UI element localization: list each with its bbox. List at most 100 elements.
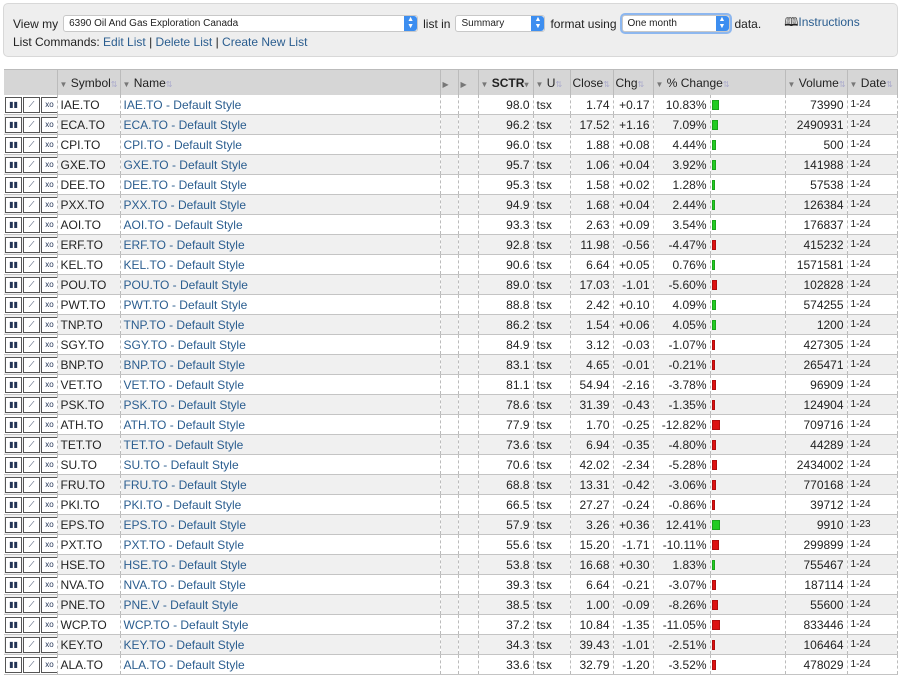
line-chart-icon[interactable]: ⟋ xyxy=(23,316,40,333)
line-chart-icon[interactable]: ⟋ xyxy=(23,156,40,173)
format-select[interactable]: Summary ▲ ▼ xyxy=(455,15,546,32)
name-link[interactable]: PXX.TO - Default Style xyxy=(120,194,441,215)
point-figure-chart-icon[interactable]: xo xyxy=(41,156,56,173)
line-chart-icon[interactable]: ⟋ xyxy=(23,196,40,213)
line-chart-icon[interactable]: ⟋ xyxy=(23,516,40,533)
point-figure-chart-icon[interactable]: xo xyxy=(41,236,56,253)
name-link[interactable]: NVA.TO - Default Style xyxy=(120,574,441,595)
bar-chart-icon[interactable]: ▮▮ xyxy=(5,336,22,353)
point-figure-chart-icon[interactable]: xo xyxy=(41,416,56,433)
name-link[interactable]: PWT.TO - Default Style xyxy=(120,294,441,315)
point-figure-chart-icon[interactable]: xo xyxy=(41,496,56,513)
name-link[interactable]: KEY.TO - Default Style xyxy=(120,634,441,655)
point-figure-chart-icon[interactable]: xo xyxy=(41,616,56,633)
create-list-link[interactable]: Create New List xyxy=(222,35,307,49)
name-link[interactable]: FRU.TO - Default Style xyxy=(120,474,441,495)
name-link[interactable]: SGY.TO - Default Style xyxy=(120,334,441,355)
line-chart-icon[interactable]: ⟋ xyxy=(23,336,40,353)
header-name[interactable]: ▼ Name⇅ xyxy=(120,69,441,95)
point-figure-chart-icon[interactable]: xo xyxy=(41,196,56,213)
bar-chart-icon[interactable]: ▮▮ xyxy=(5,556,22,573)
bar-chart-icon[interactable]: ▮▮ xyxy=(5,356,22,373)
bar-chart-icon[interactable]: ▮▮ xyxy=(5,236,22,253)
name-link[interactable]: TET.TO - Default Style xyxy=(120,434,441,455)
header-expand-2[interactable]: ▶ xyxy=(458,69,479,95)
bar-chart-icon[interactable]: ▮▮ xyxy=(5,216,22,233)
line-chart-icon[interactable]: ⟋ xyxy=(23,536,40,553)
line-chart-icon[interactable]: ⟋ xyxy=(23,356,40,373)
name-link[interactable]: CPI.TO - Default Style xyxy=(120,134,441,155)
point-figure-chart-icon[interactable]: xo xyxy=(41,296,56,313)
header-sctr[interactable]: ▼ SCTR▾ xyxy=(478,69,534,95)
bar-chart-icon[interactable]: ▮▮ xyxy=(5,256,22,273)
point-figure-chart-icon[interactable]: xo xyxy=(41,96,56,113)
point-figure-chart-icon[interactable]: xo xyxy=(41,556,56,573)
bar-chart-icon[interactable]: ▮▮ xyxy=(5,316,22,333)
header-date[interactable]: ▼ Date⇅ xyxy=(847,69,898,95)
name-link[interactable]: BNP.TO - Default Style xyxy=(120,354,441,375)
line-chart-icon[interactable]: ⟋ xyxy=(23,236,40,253)
point-figure-chart-icon[interactable]: xo xyxy=(41,636,56,653)
bar-chart-icon[interactable]: ▮▮ xyxy=(5,156,22,173)
name-link[interactable]: ATH.TO - Default Style xyxy=(120,414,441,435)
bar-chart-icon[interactable]: ▮▮ xyxy=(5,116,22,133)
bar-chart-icon[interactable]: ▮▮ xyxy=(5,376,22,393)
bar-chart-icon[interactable]: ▮▮ xyxy=(5,616,22,633)
point-figure-chart-icon[interactable]: xo xyxy=(41,116,56,133)
instructions-link[interactable]: 🕮Instructions xyxy=(784,13,860,34)
point-figure-chart-icon[interactable]: xo xyxy=(41,656,56,673)
point-figure-chart-icon[interactable]: xo xyxy=(41,576,56,593)
point-figure-chart-icon[interactable]: xo xyxy=(41,276,56,293)
line-chart-icon[interactable]: ⟋ xyxy=(23,496,40,513)
bar-chart-icon[interactable]: ▮▮ xyxy=(5,536,22,553)
line-chart-icon[interactable]: ⟋ xyxy=(23,616,40,633)
line-chart-icon[interactable]: ⟋ xyxy=(23,416,40,433)
name-link[interactable]: ECA.TO - Default Style xyxy=(120,114,441,135)
line-chart-icon[interactable]: ⟋ xyxy=(23,656,40,673)
name-link[interactable]: PKI.TO - Default Style xyxy=(120,494,441,515)
name-link[interactable]: KEL.TO - Default Style xyxy=(120,254,441,275)
name-link[interactable]: PXT.TO - Default Style xyxy=(120,534,441,555)
line-chart-icon[interactable]: ⟋ xyxy=(23,136,40,153)
period-select[interactable]: One month ▲ ▼ xyxy=(621,15,730,32)
line-chart-icon[interactable]: ⟋ xyxy=(23,556,40,573)
point-figure-chart-icon[interactable]: xo xyxy=(41,536,56,553)
point-figure-chart-icon[interactable]: xo xyxy=(41,176,56,193)
name-link[interactable]: WCP.TO - Default Style xyxy=(120,614,441,635)
line-chart-icon[interactable]: ⟋ xyxy=(23,636,40,653)
bar-chart-icon[interactable]: ▮▮ xyxy=(5,656,22,673)
line-chart-icon[interactable]: ⟋ xyxy=(23,116,40,133)
point-figure-chart-icon[interactable]: xo xyxy=(41,456,56,473)
point-figure-chart-icon[interactable]: xo xyxy=(41,476,56,493)
name-link[interactable]: POU.TO - Default Style xyxy=(120,274,441,295)
name-link[interactable]: TNP.TO - Default Style xyxy=(120,314,441,335)
name-link[interactable]: VET.TO - Default Style xyxy=(120,374,441,395)
point-figure-chart-icon[interactable]: xo xyxy=(41,256,56,273)
point-figure-chart-icon[interactable]: xo xyxy=(41,516,56,533)
point-figure-chart-icon[interactable]: xo xyxy=(41,376,56,393)
point-figure-chart-icon[interactable]: xo xyxy=(41,396,56,413)
line-chart-icon[interactable]: ⟋ xyxy=(23,96,40,113)
bar-chart-icon[interactable]: ▮▮ xyxy=(5,136,22,153)
bar-chart-icon[interactable]: ▮▮ xyxy=(5,196,22,213)
header-u[interactable]: ▼ U⇅ xyxy=(533,69,571,95)
bar-chart-icon[interactable]: ▮▮ xyxy=(5,96,22,113)
name-link[interactable]: HSE.TO - Default Style xyxy=(120,554,441,575)
bar-chart-icon[interactable]: ▮▮ xyxy=(5,296,22,313)
name-link[interactable]: EPS.TO - Default Style xyxy=(120,514,441,535)
line-chart-icon[interactable]: ⟋ xyxy=(23,476,40,493)
line-chart-icon[interactable]: ⟋ xyxy=(23,576,40,593)
point-figure-chart-icon[interactable]: xo xyxy=(41,596,56,613)
point-figure-chart-icon[interactable]: xo xyxy=(41,136,56,153)
header-volume[interactable]: ▼ Volume⇅ xyxy=(785,69,848,95)
line-chart-icon[interactable]: ⟋ xyxy=(23,276,40,293)
point-figure-chart-icon[interactable]: xo xyxy=(41,336,56,353)
line-chart-icon[interactable]: ⟋ xyxy=(23,596,40,613)
name-link[interactable]: PNE.V - Default Style xyxy=(120,594,441,615)
line-chart-icon[interactable]: ⟋ xyxy=(23,176,40,193)
name-link[interactable]: DEE.TO - Default Style xyxy=(120,174,441,195)
header-symbol[interactable]: ▼ Symbol⇅ xyxy=(57,69,121,95)
bar-chart-icon[interactable]: ▮▮ xyxy=(5,516,22,533)
name-link[interactable]: GXE.TO - Default Style xyxy=(120,154,441,175)
delete-list-link[interactable]: Delete List xyxy=(156,35,213,49)
